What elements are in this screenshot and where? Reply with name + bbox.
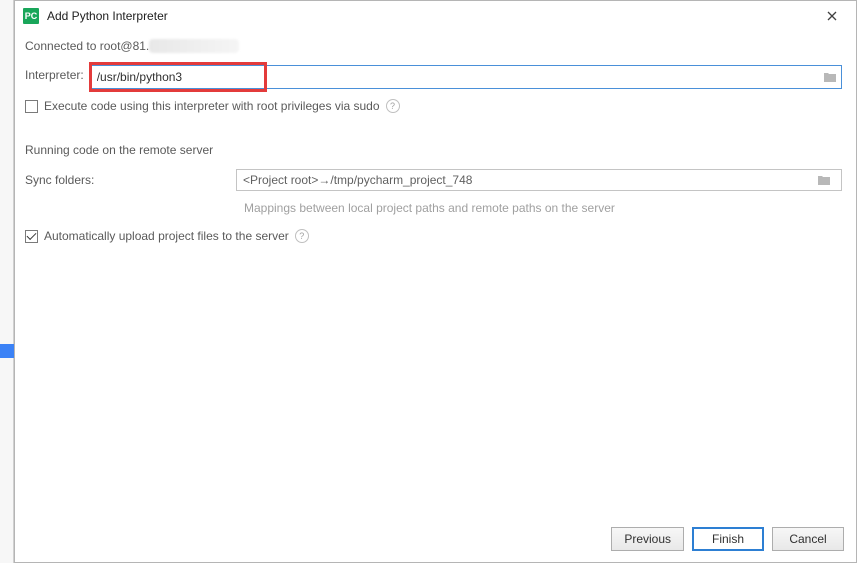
sudo-label: Execute code using this interpreter with… [44,99,380,113]
sudo-row: Execute code using this interpreter with… [25,99,842,113]
button-bar: Previous Finish Cancel [15,516,856,562]
redacted-host [149,39,239,53]
previous-button[interactable]: Previous [611,527,684,551]
connection-status: Connected to root@81. [25,39,842,53]
connection-text: Connected to root@81. [25,39,149,53]
sudo-checkbox[interactable] [25,100,38,113]
browse-icon[interactable] [819,71,841,83]
add-interpreter-dialog: PC Add Python Interpreter Connected to r… [14,0,857,563]
interpreter-input[interactable] [91,70,819,84]
sync-folders-field[interactable]: <Project root>→/tmp/pycharm_project_748 [236,169,842,191]
sync-folders-value: <Project root>→/tmp/pycharm_project_748 [243,173,472,187]
close-icon[interactable] [816,4,848,28]
auto-upload-row: Automatically upload project files to th… [25,229,842,243]
gutter-selection [0,344,14,358]
interpreter-field [90,65,842,89]
browse-icon[interactable] [813,174,835,186]
help-icon[interactable]: ? [386,99,400,113]
interpreter-row: Interpreter: [25,65,842,89]
interpreter-label: Interpreter: [25,65,84,89]
auto-upload-label: Automatically upload project files to th… [44,229,289,243]
finish-button[interactable]: Finish [692,527,764,551]
dialog-content: Connected to root@81. Interpreter: Execu… [15,31,856,516]
sync-label: Sync folders: [25,173,230,187]
pycharm-icon: PC [23,8,39,24]
cancel-button[interactable]: Cancel [772,527,844,551]
editor-gutter [0,0,14,563]
section-title: Running code on the remote server [25,143,842,157]
sync-folders-row: Sync folders: <Project root>→/tmp/pychar… [25,169,842,191]
window-title: Add Python Interpreter [47,9,816,23]
sync-hint: Mappings between local project paths and… [244,201,842,215]
help-icon[interactable]: ? [295,229,309,243]
auto-upload-checkbox[interactable] [25,230,38,243]
titlebar: PC Add Python Interpreter [15,1,856,31]
